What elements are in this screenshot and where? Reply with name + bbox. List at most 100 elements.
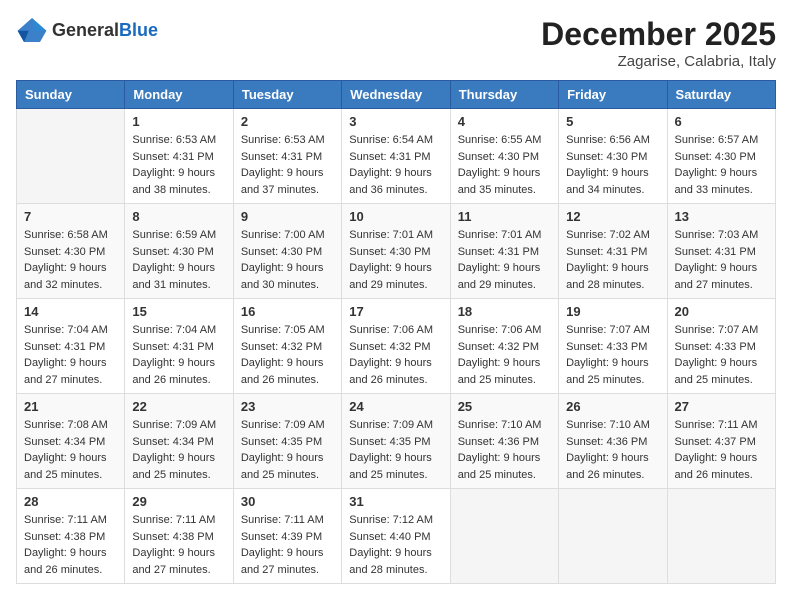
sunset: Sunset: 4:30 PM	[241, 244, 334, 261]
header-row: Sunday Monday Tuesday Wednesday Thursday…	[17, 81, 776, 109]
calendar-cell: 26 Sunrise: 7:10 AM Sunset: 4:36 PM Dayl…	[559, 394, 667, 489]
calendar-cell: 31 Sunrise: 7:12 AM Sunset: 4:40 PM Dayl…	[342, 489, 450, 584]
day-number: 14	[24, 304, 117, 319]
day-number: 8	[132, 209, 225, 224]
calendar-cell: 16 Sunrise: 7:05 AM Sunset: 4:32 PM Dayl…	[233, 299, 341, 394]
daylight: Daylight: 9 hours and 25 minutes.	[458, 355, 551, 388]
day-info: Sunrise: 7:08 AM Sunset: 4:34 PM Dayligh…	[24, 417, 117, 483]
calendar-cell: 29 Sunrise: 7:11 AM Sunset: 4:38 PM Dayl…	[125, 489, 233, 584]
day-number: 6	[675, 114, 768, 129]
logo-icon	[16, 16, 48, 44]
daylight: Daylight: 9 hours and 26 minutes.	[675, 450, 768, 483]
sunset: Sunset: 4:30 PM	[458, 149, 551, 166]
sunset: Sunset: 4:31 PM	[241, 149, 334, 166]
sunrise: Sunrise: 6:53 AM	[132, 132, 225, 149]
sunset: Sunset: 4:35 PM	[349, 434, 442, 451]
day-info: Sunrise: 7:09 AM Sunset: 4:34 PM Dayligh…	[132, 417, 225, 483]
day-info: Sunrise: 7:11 AM Sunset: 4:38 PM Dayligh…	[24, 512, 117, 578]
sunrise: Sunrise: 7:11 AM	[675, 417, 768, 434]
day-number: 13	[675, 209, 768, 224]
sunset: Sunset: 4:32 PM	[458, 339, 551, 356]
sunrise: Sunrise: 7:02 AM	[566, 227, 659, 244]
col-saturday: Saturday	[667, 81, 775, 109]
day-info: Sunrise: 7:11 AM Sunset: 4:39 PM Dayligh…	[241, 512, 334, 578]
sunrise: Sunrise: 7:09 AM	[349, 417, 442, 434]
daylight: Daylight: 9 hours and 28 minutes.	[349, 545, 442, 578]
calendar-cell	[559, 489, 667, 584]
sunrise: Sunrise: 7:11 AM	[24, 512, 117, 529]
day-info: Sunrise: 6:53 AM Sunset: 4:31 PM Dayligh…	[241, 132, 334, 198]
sunrise: Sunrise: 7:07 AM	[566, 322, 659, 339]
col-tuesday: Tuesday	[233, 81, 341, 109]
day-info: Sunrise: 7:03 AM Sunset: 4:31 PM Dayligh…	[675, 227, 768, 293]
day-info: Sunrise: 7:02 AM Sunset: 4:31 PM Dayligh…	[566, 227, 659, 293]
day-info: Sunrise: 6:57 AM Sunset: 4:30 PM Dayligh…	[675, 132, 768, 198]
day-info: Sunrise: 7:06 AM Sunset: 4:32 PM Dayligh…	[458, 322, 551, 388]
calendar-cell: 2 Sunrise: 6:53 AM Sunset: 4:31 PM Dayli…	[233, 109, 341, 204]
sunset: Sunset: 4:31 PM	[458, 244, 551, 261]
calendar-cell: 27 Sunrise: 7:11 AM Sunset: 4:37 PM Dayl…	[667, 394, 775, 489]
day-info: Sunrise: 7:04 AM Sunset: 4:31 PM Dayligh…	[132, 322, 225, 388]
sunset: Sunset: 4:32 PM	[349, 339, 442, 356]
daylight: Daylight: 9 hours and 26 minutes.	[566, 450, 659, 483]
calendar-cell: 22 Sunrise: 7:09 AM Sunset: 4:34 PM Dayl…	[125, 394, 233, 489]
daylight: Daylight: 9 hours and 25 minutes.	[458, 450, 551, 483]
daylight: Daylight: 9 hours and 25 minutes.	[24, 450, 117, 483]
sunset: Sunset: 4:37 PM	[675, 434, 768, 451]
daylight: Daylight: 9 hours and 29 minutes.	[458, 260, 551, 293]
logo: GeneralBlue	[16, 16, 158, 44]
calendar-cell: 24 Sunrise: 7:09 AM Sunset: 4:35 PM Dayl…	[342, 394, 450, 489]
calendar-cell: 1 Sunrise: 6:53 AM Sunset: 4:31 PM Dayli…	[125, 109, 233, 204]
day-info: Sunrise: 7:07 AM Sunset: 4:33 PM Dayligh…	[566, 322, 659, 388]
sunrise: Sunrise: 7:04 AM	[132, 322, 225, 339]
daylight: Daylight: 9 hours and 28 minutes.	[566, 260, 659, 293]
sunrise: Sunrise: 6:57 AM	[675, 132, 768, 149]
day-info: Sunrise: 7:09 AM Sunset: 4:35 PM Dayligh…	[241, 417, 334, 483]
daylight: Daylight: 9 hours and 34 minutes.	[566, 165, 659, 198]
sunrise: Sunrise: 7:08 AM	[24, 417, 117, 434]
sunset: Sunset: 4:32 PM	[241, 339, 334, 356]
sunrise: Sunrise: 7:10 AM	[566, 417, 659, 434]
sunrise: Sunrise: 6:53 AM	[241, 132, 334, 149]
sunset: Sunset: 4:30 PM	[24, 244, 117, 261]
col-sunday: Sunday	[17, 81, 125, 109]
daylight: Daylight: 9 hours and 25 minutes.	[241, 450, 334, 483]
day-info: Sunrise: 6:54 AM Sunset: 4:31 PM Dayligh…	[349, 132, 442, 198]
day-number: 12	[566, 209, 659, 224]
calendar-cell: 25 Sunrise: 7:10 AM Sunset: 4:36 PM Dayl…	[450, 394, 558, 489]
day-number: 9	[241, 209, 334, 224]
sunrise: Sunrise: 7:06 AM	[349, 322, 442, 339]
calendar-cell	[17, 109, 125, 204]
day-number: 21	[24, 399, 117, 414]
sunrise: Sunrise: 6:56 AM	[566, 132, 659, 149]
sunrise: Sunrise: 7:05 AM	[241, 322, 334, 339]
sunrise: Sunrise: 7:09 AM	[132, 417, 225, 434]
day-number: 10	[349, 209, 442, 224]
sunset: Sunset: 4:36 PM	[458, 434, 551, 451]
sunrise: Sunrise: 7:11 AM	[132, 512, 225, 529]
calendar-cell: 4 Sunrise: 6:55 AM Sunset: 4:30 PM Dayli…	[450, 109, 558, 204]
calendar-cell: 18 Sunrise: 7:06 AM Sunset: 4:32 PM Dayl…	[450, 299, 558, 394]
day-info: Sunrise: 7:11 AM Sunset: 4:37 PM Dayligh…	[675, 417, 768, 483]
day-info: Sunrise: 6:58 AM Sunset: 4:30 PM Dayligh…	[24, 227, 117, 293]
day-info: Sunrise: 7:00 AM Sunset: 4:30 PM Dayligh…	[241, 227, 334, 293]
calendar-week-3: 21 Sunrise: 7:08 AM Sunset: 4:34 PM Dayl…	[17, 394, 776, 489]
daylight: Daylight: 9 hours and 26 minutes.	[349, 355, 442, 388]
calendar-week-1: 7 Sunrise: 6:58 AM Sunset: 4:30 PM Dayli…	[17, 204, 776, 299]
daylight: Daylight: 9 hours and 25 minutes.	[132, 450, 225, 483]
day-number: 17	[349, 304, 442, 319]
sunset: Sunset: 4:34 PM	[24, 434, 117, 451]
day-number: 29	[132, 494, 225, 509]
day-number: 26	[566, 399, 659, 414]
calendar-cell: 23 Sunrise: 7:09 AM Sunset: 4:35 PM Dayl…	[233, 394, 341, 489]
logo-general: General	[52, 20, 119, 40]
calendar-cell: 9 Sunrise: 7:00 AM Sunset: 4:30 PM Dayli…	[233, 204, 341, 299]
calendar-cell	[667, 489, 775, 584]
daylight: Daylight: 9 hours and 37 minutes.	[241, 165, 334, 198]
day-info: Sunrise: 6:59 AM Sunset: 4:30 PM Dayligh…	[132, 227, 225, 293]
sunset: Sunset: 4:30 PM	[675, 149, 768, 166]
calendar-cell: 15 Sunrise: 7:04 AM Sunset: 4:31 PM Dayl…	[125, 299, 233, 394]
day-info: Sunrise: 7:10 AM Sunset: 4:36 PM Dayligh…	[566, 417, 659, 483]
day-number: 20	[675, 304, 768, 319]
calendar-cell: 7 Sunrise: 6:58 AM Sunset: 4:30 PM Dayli…	[17, 204, 125, 299]
